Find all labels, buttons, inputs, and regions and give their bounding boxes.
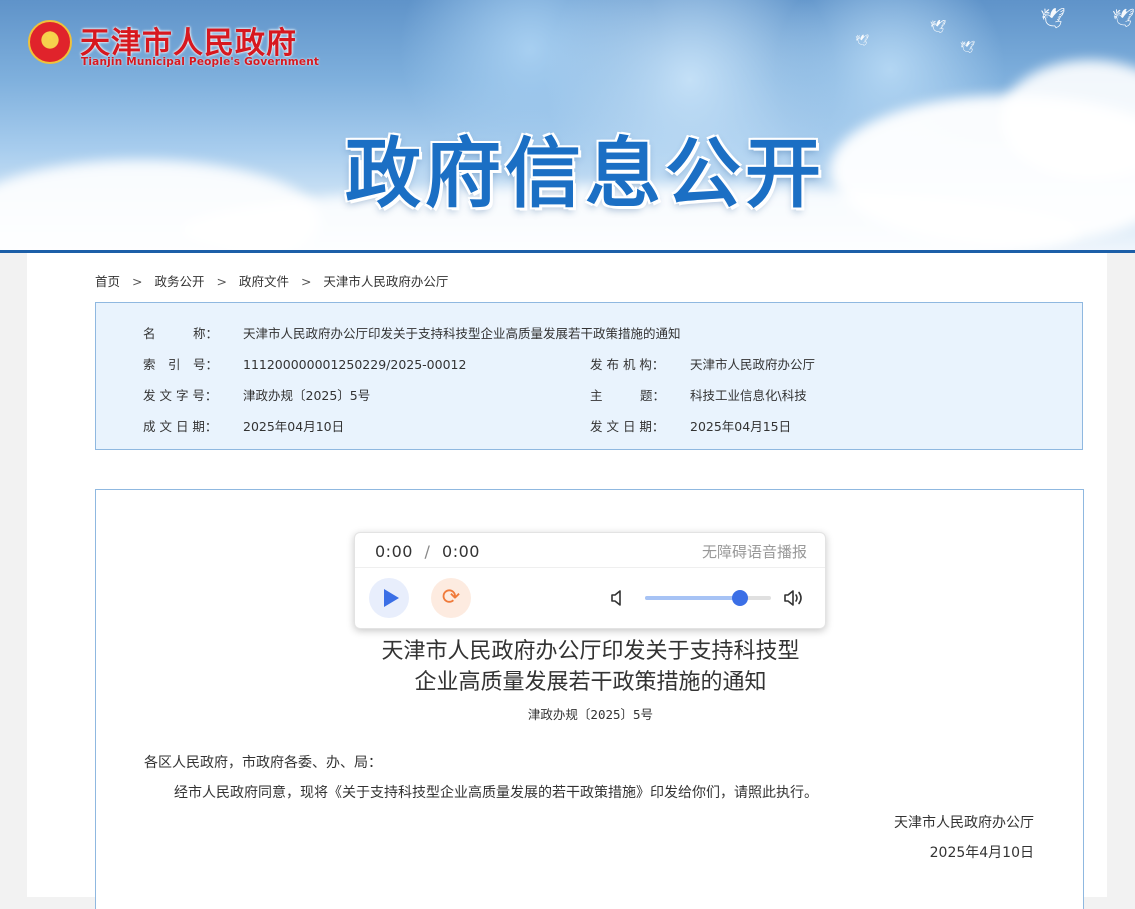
- breadcrumb-open-government[interactable]: 政务公开: [154, 274, 204, 289]
- breadcrumb-separator: >: [300, 274, 312, 289]
- breadcrumb-government-documents[interactable]: 政府文件: [239, 274, 289, 289]
- document-salutation: 各区人民政府，市政府各委、办、局：: [144, 755, 382, 771]
- play-button[interactable]: [369, 578, 409, 618]
- meta-row-index: 索 引 号： 111200000001250229/2025-00012: [143, 354, 466, 373]
- volume-slider-fill: [645, 596, 740, 600]
- player-divider: [355, 567, 825, 568]
- meta-value: 天津市人民政府办公厅: [690, 357, 816, 372]
- document-date: 2025年4月10日: [929, 845, 1034, 861]
- document-title-line: 企业高质量发展若干政策措施的通知: [414, 670, 767, 695]
- loop-icon: ⟳: [441, 585, 461, 610]
- breadcrumb: 首页 > 政务公开 > 政府文件 > 天津市人民政府办公厅: [95, 271, 448, 290]
- meta-row-issuer: 发 布 机 构： 天津市人民政府办公厅: [590, 354, 815, 373]
- content-panel: 首页 > 政务公开 > 政府文件 > 天津市人民政府办公厅 名 称： 天津市人民政…: [27, 253, 1107, 909]
- site-logo-subtitle: Tianjin Municipal People's Government: [81, 56, 320, 68]
- national-emblem-icon[interactable]: [28, 20, 72, 64]
- document-metadata-table: 名 称： 天津市人民政府办公厅印发关于支持科技型企业高质量发展若干政策措施的通知 …: [95, 302, 1083, 450]
- meta-value: 2025年04月15日: [690, 419, 792, 434]
- breadcrumb-general-office[interactable]: 天津市人民政府办公厅: [323, 274, 448, 289]
- dove-icon: 🕊: [960, 40, 976, 54]
- meta-label: 发 文 日 期：: [590, 419, 665, 434]
- meta-label: 发 文 字 号：: [143, 388, 218, 403]
- banner-title: 政府信息公开: [345, 129, 825, 218]
- meta-label: 成 文 日 期：: [143, 419, 218, 434]
- volume-high-icon[interactable]: [783, 589, 805, 607]
- tts-label: 无障碍语音播报: [701, 543, 807, 561]
- meta-row-written-date: 成 文 日 期： 2025年04月10日: [143, 416, 344, 435]
- player-time: 0:00 / 0:00: [375, 542, 480, 561]
- meta-label: 主 题：: [590, 388, 666, 403]
- volume-slider[interactable]: [645, 590, 771, 606]
- meta-label: 索 引 号：: [143, 357, 219, 372]
- time-separator: /: [424, 542, 431, 561]
- document-signer: 天津市人民政府办公厅: [894, 815, 1034, 831]
- document-body-box: 0:00 / 0:00 无障碍语音播报 ⟳ 天津市人民政府办公厅印发关于支持科技…: [95, 489, 1084, 909]
- document-title-line: 天津市人民政府办公厅印发关于支持科技型: [381, 639, 800, 664]
- meta-label: 名 称：: [143, 326, 219, 341]
- meta-label: 发 布 机 构：: [590, 357, 665, 372]
- dove-icon: 🕊: [855, 34, 869, 47]
- dove-icon: 🕊: [1112, 8, 1135, 29]
- current-time: 0:00: [375, 542, 413, 561]
- document-body-text: 经市人民政府同意，现将《关于支持科技型企业高质量发展的若干政策措施》印发给你们，…: [174, 785, 818, 801]
- volume-low-icon[interactable]: [610, 589, 626, 607]
- document-number: 津政办规〔2025〕5号: [527, 707, 654, 722]
- breadcrumb-home[interactable]: 首页: [95, 274, 120, 289]
- meta-row-docno: 发 文 字 号： 津政办规〔2025〕5号: [143, 385, 370, 404]
- header-banner: 🕊 🕊 🕊 🕊 🕊 天津市人民政府 Tianjin Municipal Peop…: [0, 0, 1135, 250]
- duration-time: 0:00: [442, 542, 480, 561]
- document-title: 天津市人民政府办公厅印发关于支持科技型 企业高质量发展若干政策措施的通知: [96, 636, 1085, 698]
- meta-row-published-date: 发 文 日 期： 2025年04月15日: [590, 416, 791, 435]
- meta-value: 2025年04月10日: [243, 419, 345, 434]
- meta-value: 天津市人民政府办公厅印发关于支持科技型企业高质量发展若干政策措施的通知: [243, 326, 681, 341]
- breadcrumb-separator: >: [216, 274, 227, 289]
- audio-player: 0:00 / 0:00 无障碍语音播报 ⟳: [354, 532, 826, 629]
- meta-value: 科技工业信息化\科技: [690, 388, 807, 403]
- meta-value: 津政办规〔2025〕5号: [243, 388, 371, 403]
- breadcrumb-separator: >: [132, 274, 143, 289]
- meta-value: 111200000001250229/2025-00012: [243, 357, 467, 372]
- loop-button[interactable]: ⟳: [431, 578, 471, 618]
- dove-icon: 🕊: [930, 20, 947, 35]
- volume-slider-handle[interactable]: [731, 590, 748, 606]
- meta-row-name: 名 称： 天津市人民政府办公厅印发关于支持科技型企业高质量发展若干政策措施的通知: [143, 323, 681, 342]
- dove-icon: 🕊: [1040, 6, 1066, 30]
- meta-row-topic: 主 题： 科技工业信息化\科技: [590, 385, 807, 404]
